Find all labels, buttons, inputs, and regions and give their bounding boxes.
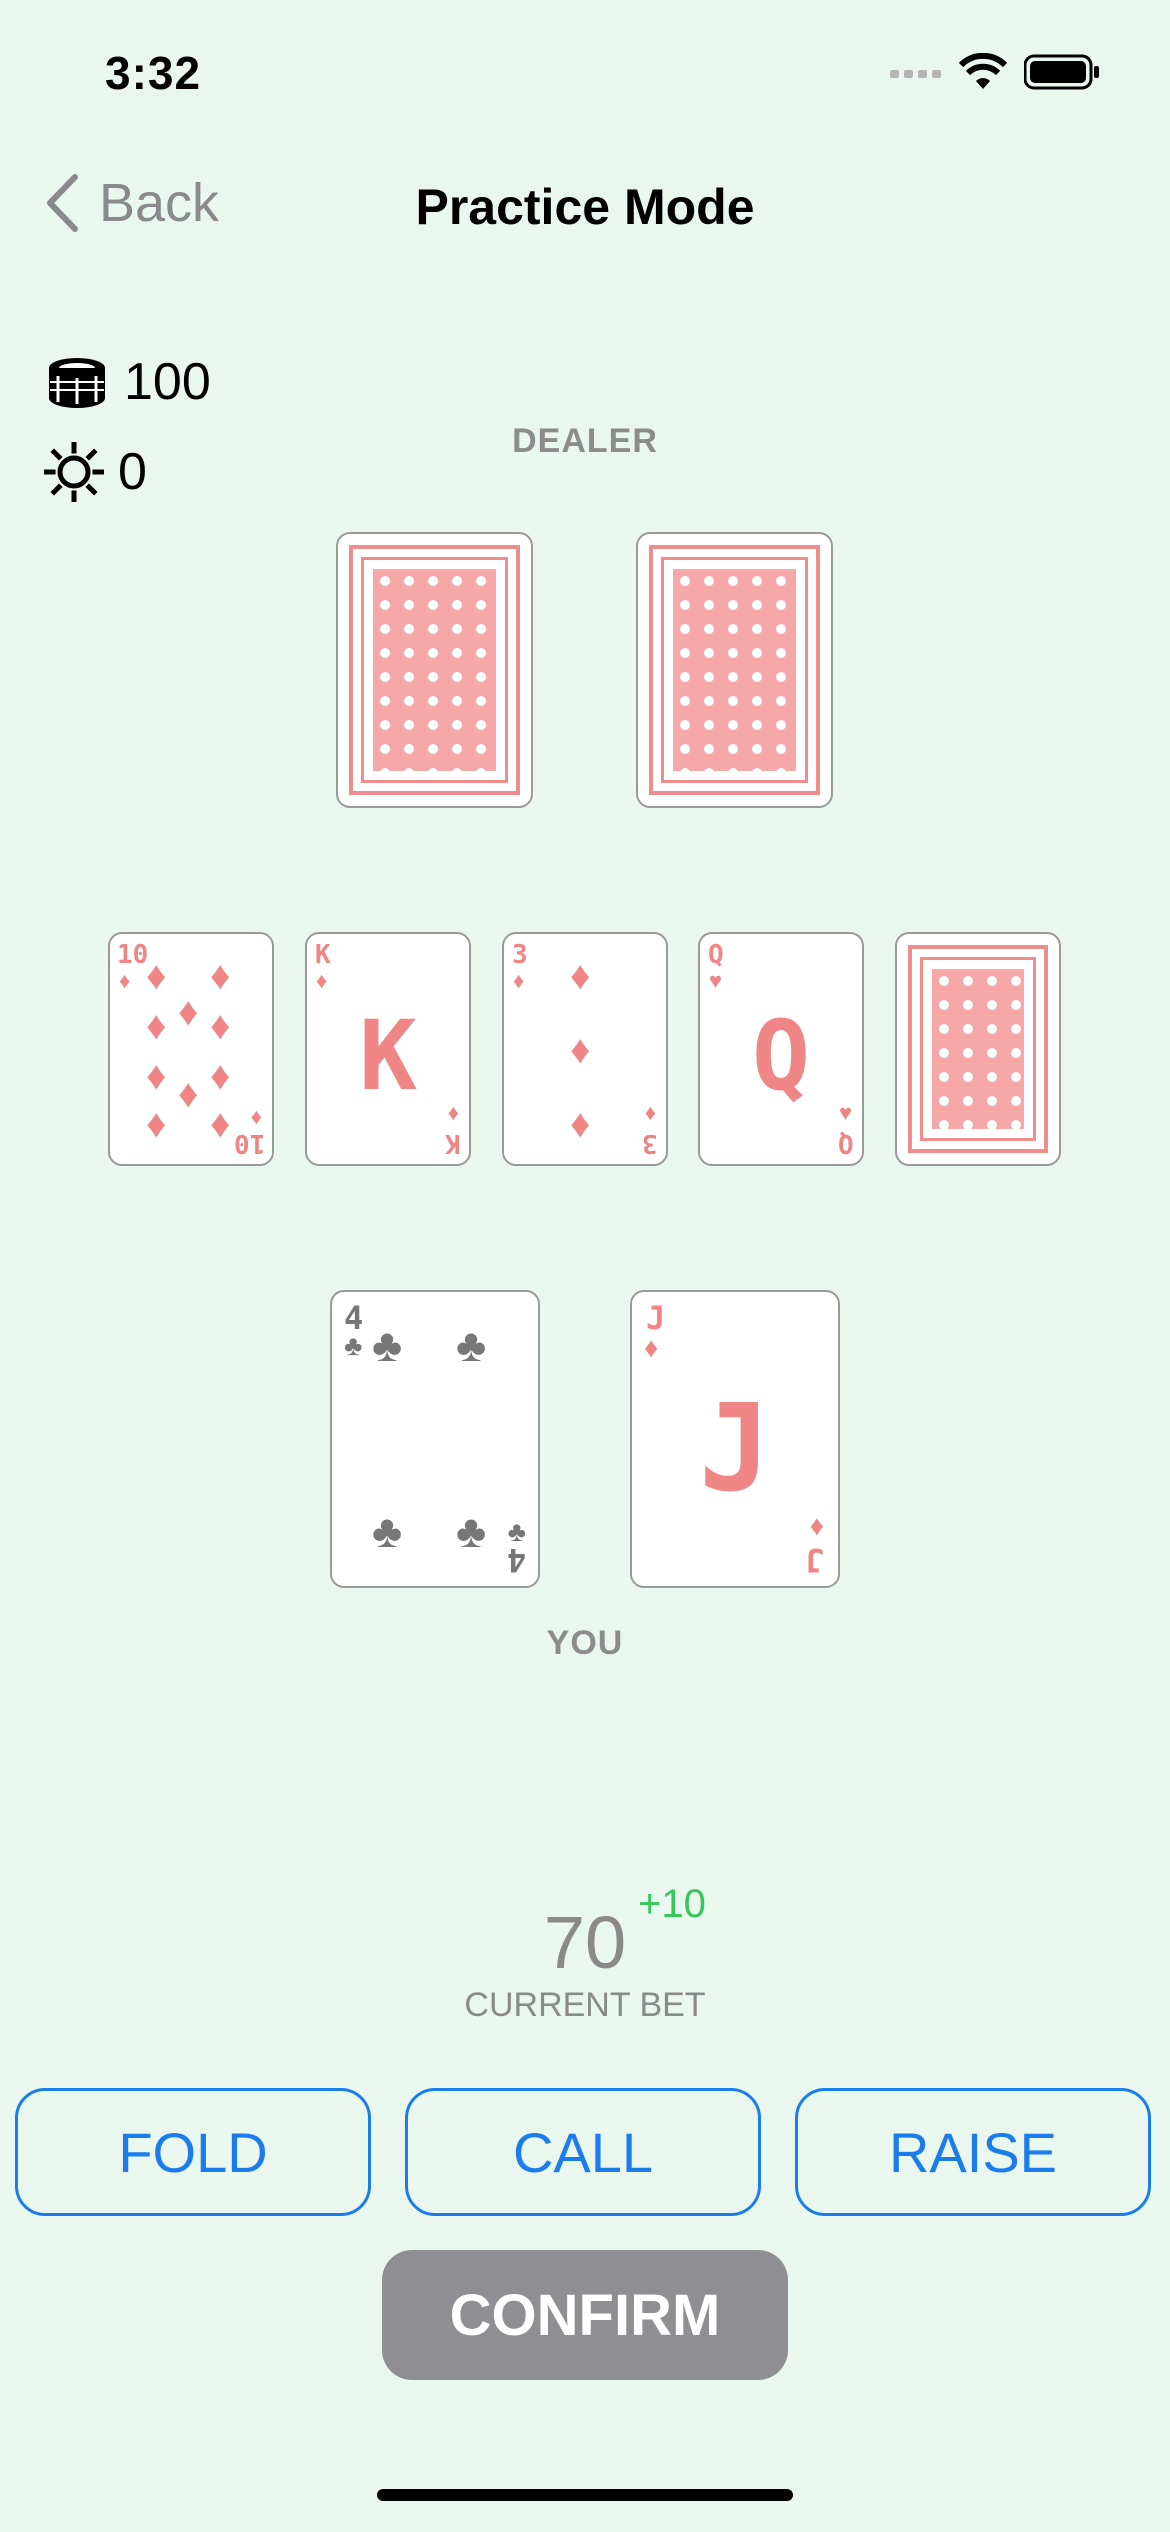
card-rank: 3 bbox=[512, 940, 528, 970]
chips-icon bbox=[49, 358, 105, 408]
player-card-2: J ♦ J ♦ J bbox=[630, 1290, 840, 1588]
pip: ♦ bbox=[570, 1102, 591, 1146]
status-time: 3:32 bbox=[105, 47, 202, 99]
card-rank: K bbox=[315, 940, 331, 970]
card-rank-corner: 4 bbox=[506, 1541, 526, 1579]
community-card-1: 10 ♦ ♦ ♦ ♦ ♦ ♦ ♦ ♦ ♦ ♦ ♦ 10 ♦ bbox=[108, 932, 274, 1166]
pip: ♣ bbox=[372, 1319, 403, 1371]
card-rank-corner: 3 bbox=[642, 1128, 658, 1158]
card-face: Q bbox=[752, 1000, 810, 1112]
raise-button[interactable]: RAISE bbox=[795, 2088, 1151, 2216]
signal-icon bbox=[890, 70, 941, 78]
card-rank-corner: K bbox=[445, 1128, 461, 1158]
card-suit-corner: ♦ bbox=[644, 1100, 656, 1125]
card-rank-corner: Q bbox=[838, 1128, 854, 1158]
pip: ♦ bbox=[210, 1004, 231, 1048]
dealer-card-2 bbox=[636, 532, 833, 808]
coins-value: 100 bbox=[124, 353, 211, 411]
card-suit: ♣ bbox=[344, 1330, 363, 1361]
current-bet-label: CURRENT BET bbox=[464, 1986, 706, 2024]
pip: ♦ bbox=[178, 990, 199, 1034]
confirm-button[interactable]: CONFIRM bbox=[382, 2250, 788, 2380]
page-title: Practice Mode bbox=[415, 179, 755, 235]
card-suit: ♥ bbox=[709, 968, 723, 993]
pip: ♦ bbox=[146, 1102, 167, 1146]
dealer-card-1 bbox=[336, 532, 533, 808]
pip: ♦ bbox=[146, 1004, 167, 1048]
wifi-icon bbox=[958, 53, 1008, 89]
current-bet-value: 70 bbox=[543, 1901, 627, 1984]
pip: ♦ bbox=[178, 1072, 199, 1116]
bet-delta: +10 bbox=[638, 1882, 706, 1926]
home-indicator[interactable] bbox=[377, 2489, 793, 2501]
community-card-2: K ♦ K ♦ K bbox=[305, 932, 471, 1166]
community-card-3: 3 ♦ ♦ ♦ ♦ ♦ 3 bbox=[502, 932, 668, 1166]
dealer-label: DEALER bbox=[512, 422, 658, 460]
player-label: YOU bbox=[546, 1624, 624, 1662]
player-card-1: 4 ♣ ♣ ♣ ♣ ♣ ♣ 4 bbox=[330, 1290, 540, 1588]
card-suit-corner: ♦ bbox=[250, 1104, 262, 1129]
card-rank-corner: 10 bbox=[233, 1128, 265, 1158]
card-suit-corner: ♦ bbox=[447, 1100, 459, 1125]
card-face: J bbox=[698, 1380, 772, 1519]
call-button[interactable]: CALL bbox=[405, 2088, 761, 2216]
pip: ♦ bbox=[146, 954, 167, 998]
card-suit-corner: ♦ bbox=[809, 1510, 824, 1541]
coins-stat: 100 bbox=[44, 352, 211, 412]
card-face: K bbox=[359, 1000, 417, 1112]
pip: ♦ bbox=[570, 1028, 591, 1072]
pip: ♦ bbox=[146, 1054, 167, 1098]
pip: ♣ bbox=[456, 1319, 487, 1371]
fold-button[interactable]: FOLD bbox=[15, 2088, 371, 2216]
community-card-4: Q ♥ Q ♥ Q bbox=[698, 932, 864, 1166]
card-suit-corner: ♥ bbox=[838, 1100, 852, 1125]
pip: ♣ bbox=[372, 1505, 403, 1557]
card-suit: ♦ bbox=[513, 968, 525, 993]
card-suit: ♦ bbox=[316, 968, 328, 993]
card-rank-corner: J bbox=[804, 1541, 824, 1579]
card-rank: 10 bbox=[117, 940, 149, 970]
pip: ♦ bbox=[570, 954, 591, 998]
card-rank: J bbox=[646, 1299, 666, 1337]
status-icons bbox=[890, 52, 1100, 92]
pip: ♦ bbox=[210, 954, 231, 998]
card-suit: ♦ bbox=[644, 1332, 659, 1363]
card-rank: Q bbox=[708, 940, 724, 970]
pip: ♦ bbox=[210, 1054, 231, 1098]
community-card-5 bbox=[895, 932, 1061, 1166]
card-suit: ♦ bbox=[119, 968, 131, 993]
pip: ♣ bbox=[456, 1505, 487, 1557]
pip: ♦ bbox=[210, 1102, 231, 1146]
battery-icon bbox=[1024, 54, 1099, 90]
